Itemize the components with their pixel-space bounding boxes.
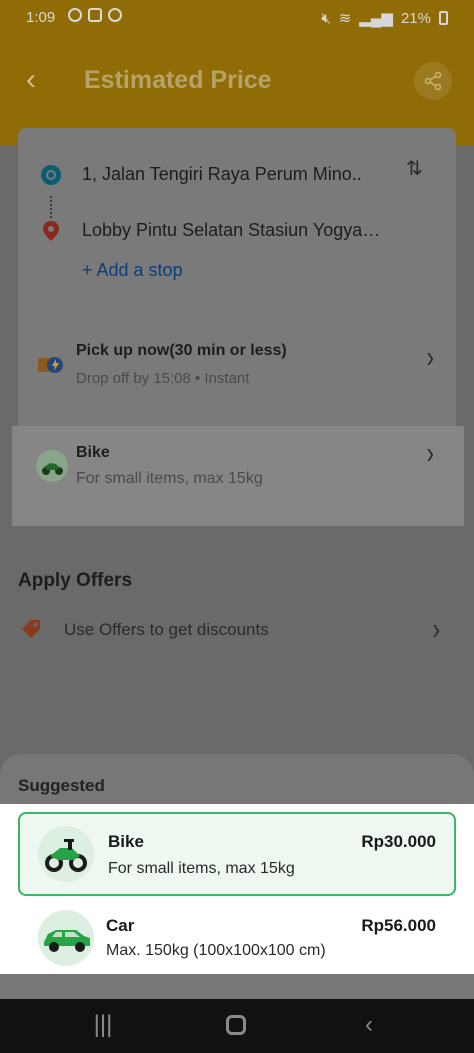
pickup-time-title: Pick up now(30 min or less) [76, 342, 287, 359]
chevron-right-icon: › [426, 434, 434, 470]
recent-apps-icon[interactable]: ||| [86, 1011, 120, 1041]
offers-label: Use Offers to get discounts [64, 620, 269, 639]
vehicle-subtitle: For small items, max 15kg [76, 470, 263, 487]
instant-delivery-icon [38, 357, 63, 373]
vehicle-option-car[interactable]: Car Max. 150kg (100x100x100 cm) Rp56.000 [18, 896, 456, 980]
dropoff-estimate: Drop off by 15:08 • Instant [76, 370, 250, 387]
dropoff-location[interactable]: Lobby Pintu Selatan Stasiun Yogyakar.. [18, 212, 456, 252]
pickup-time-row[interactable]: Pick up now(30 min or less) Drop off by … [18, 328, 456, 398]
notification-icons [68, 8, 122, 22]
do-not-disturb-icon [68, 8, 82, 22]
battery-icon [439, 11, 448, 25]
suggested-heading: Suggested [18, 776, 105, 795]
tag-icon [22, 620, 40, 638]
pickup-address: 1, Jalan Tengiri Raya Perum Mino.. [82, 164, 362, 184]
offers-heading: Apply Offers [18, 570, 133, 591]
option-price: Rp30.000 [361, 832, 436, 851]
swap-locations-icon[interactable]: ⇅ [406, 156, 430, 180]
share-icon [424, 71, 442, 91]
chevron-right-icon: › [426, 338, 434, 374]
motorbike-icon [38, 826, 94, 882]
apply-offers-row[interactable]: Use Offers to get discounts › [0, 610, 474, 650]
back-nav-icon[interactable]: ‹ [352, 1011, 386, 1041]
page-title: Estimated Price [84, 66, 272, 94]
car-icon [38, 910, 94, 966]
signal-icon: ▂▄▆ [359, 10, 393, 27]
option-price: Rp56.000 [361, 916, 436, 935]
battery-percent: 21% [400, 9, 431, 27]
selected-vehicle-row[interactable]: Bike For small items, max 15kg › [18, 426, 456, 520]
option-title: Car [106, 916, 135, 935]
option-description: For small items, max 15kg [108, 860, 295, 877]
location-pin-icon [43, 221, 59, 241]
vehicle-title: Bike [76, 444, 110, 461]
vehicle-option-bike[interactable]: Bike For small items, max 15kg Rp30.000 [18, 812, 456, 896]
add-stop-link[interactable]: + Add a stop [82, 260, 183, 281]
chevron-right-icon: › [432, 610, 440, 646]
share-button[interactable] [414, 62, 452, 100]
dropoff-address: Lobby Pintu Selatan Stasiun Yogyakar.. [82, 220, 382, 240]
app-notification-icon [88, 8, 102, 22]
status-bar: 1:09 🔇︎ ≋ ▂▄▆ 21% [0, 0, 474, 34]
option-description: Max. 150kg (100x100x100 cm) [106, 942, 326, 959]
wifi-icon: ≋ [338, 10, 352, 27]
sync-icon [108, 8, 122, 22]
mute-icon: 🔇︎ [321, 9, 331, 27]
sheet-footer [0, 974, 474, 999]
option-title: Bike [108, 832, 144, 851]
home-icon[interactable] [218, 1011, 254, 1041]
motorbike-icon [36, 450, 68, 482]
pickup-location[interactable]: 1, Jalan Tengiri Raya Perum Mino.. [18, 156, 456, 196]
system-icons: 🔇︎ ≋ ▂▄▆ 21% [321, 9, 448, 27]
pickup-point-icon [41, 165, 61, 185]
system-navigation-bar: ||| ‹ [0, 999, 474, 1053]
status-time: 1:09 [26, 9, 56, 26]
back-button[interactable]: ‹ [26, 62, 60, 98]
